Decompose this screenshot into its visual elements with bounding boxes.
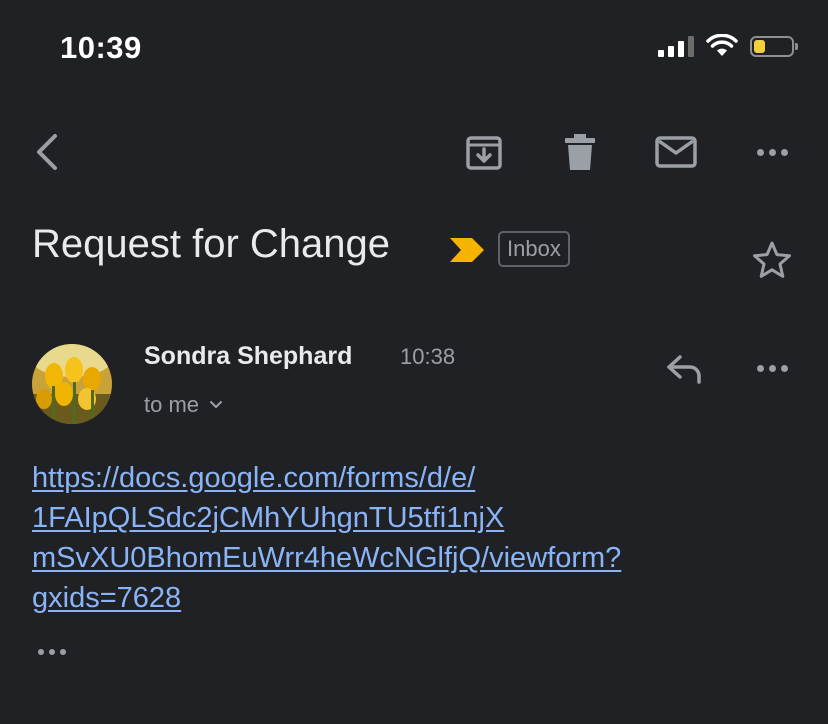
sender-name[interactable]: Sondra Shephard	[144, 342, 352, 371]
sender-avatar[interactable]	[32, 344, 112, 424]
delete-button[interactable]	[558, 130, 602, 174]
recipient-details-toggle[interactable]: to me	[144, 392, 223, 418]
more-icon	[756, 148, 788, 156]
star-icon	[753, 241, 791, 278]
link-line[interactable]: mSvXU0BhomEuWrr4heWcNGlfjQ/viewform?	[32, 538, 732, 578]
status-time: 10:39	[60, 30, 142, 65]
mail-icon	[655, 136, 697, 168]
recipient-label: to me	[144, 392, 200, 417]
reply-button[interactable]	[662, 348, 706, 388]
email-timestamp: 10:38	[400, 344, 456, 369]
archive-icon	[466, 136, 502, 170]
back-icon	[37, 134, 57, 170]
show-trimmed-content-button[interactable]	[34, 640, 70, 664]
mark-unread-button[interactable]	[652, 130, 700, 174]
link-line[interactable]: 1FAIpQLSdc2jCMhYUhgnTU5tfi1njX	[32, 498, 732, 538]
email-screen: 10:39 Request for Change Inbox Sondra Sh…	[0, 0, 828, 724]
status-icons	[658, 34, 798, 58]
back-button[interactable]	[26, 130, 66, 174]
more-icon	[756, 364, 788, 372]
star-button[interactable]	[750, 238, 794, 282]
chevron-down-icon	[210, 401, 223, 408]
link-line[interactable]: gxids=7628	[32, 578, 732, 618]
cellular-signal-icon	[658, 35, 694, 57]
trash-icon	[565, 134, 595, 170]
email-subject: Request for Change	[32, 222, 391, 266]
battery-level	[754, 39, 765, 53]
importance-marker-icon[interactable]	[448, 236, 486, 264]
body-form-link[interactable]: https://docs.google.com/forms/d/e/ 1FAIp…	[32, 458, 732, 618]
battery-icon	[750, 35, 798, 57]
link-line[interactable]: https://docs.google.com/forms/d/e/	[32, 458, 732, 498]
inbox-label-badge[interactable]: Inbox	[498, 231, 570, 267]
archive-button[interactable]	[462, 130, 506, 174]
ellipsis-icon	[38, 649, 66, 655]
message-more-options-button[interactable]	[750, 352, 794, 384]
reply-icon	[667, 355, 701, 384]
more-options-button[interactable]	[750, 136, 794, 168]
tulip-photo-avatar	[32, 344, 112, 424]
wifi-icon	[706, 34, 738, 56]
